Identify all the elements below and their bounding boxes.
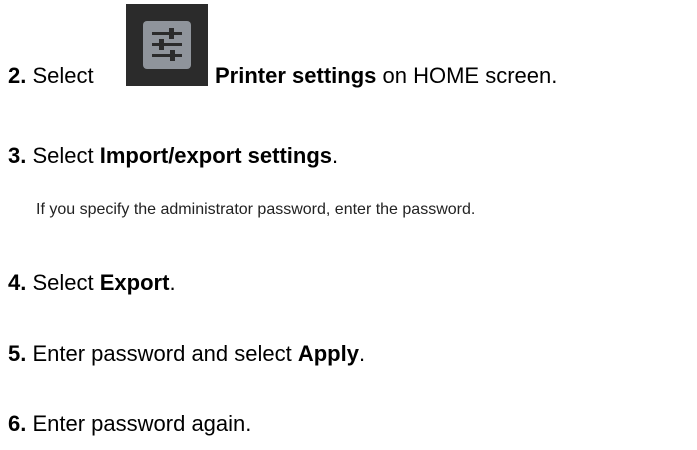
step-number: 4. <box>8 270 27 295</box>
step-6: 6. Enter password again. <box>8 411 251 437</box>
step-bold-term: Export <box>99 270 170 295</box>
step-text: on HOME screen. <box>382 63 558 88</box>
printer-settings-sliders-icon <box>126 4 208 86</box>
step-bold-term: Printer settings <box>215 63 377 88</box>
step-number: 5. <box>8 341 27 366</box>
step-number: 2. <box>8 63 27 88</box>
step-2-continued: Printer settings on HOME screen. <box>215 63 557 89</box>
step-5: 5. Enter password and select Apply. <box>8 341 365 367</box>
step-number: 3. <box>8 143 27 168</box>
step-text: Enter password and select <box>32 341 298 366</box>
admin-password-note: If you specify the administrator passwor… <box>36 201 476 218</box>
step-text: . <box>332 143 339 168</box>
step-number: 6. <box>8 411 27 436</box>
step-text: Select <box>32 143 100 168</box>
step-text: . <box>169 270 176 295</box>
step-text: Select <box>32 270 100 295</box>
step-text: Enter password again. <box>32 411 252 436</box>
step-2: 2. Select <box>8 63 94 89</box>
step-bold-term: Import/export settings <box>99 143 332 168</box>
step-text: . <box>358 341 366 366</box>
step-3: 3. Select Import/export settings. <box>8 143 338 169</box>
step-4: 4. Select Export. <box>8 270 176 296</box>
step-bold-term: Apply <box>297 341 359 366</box>
step-text: Select <box>32 63 94 88</box>
